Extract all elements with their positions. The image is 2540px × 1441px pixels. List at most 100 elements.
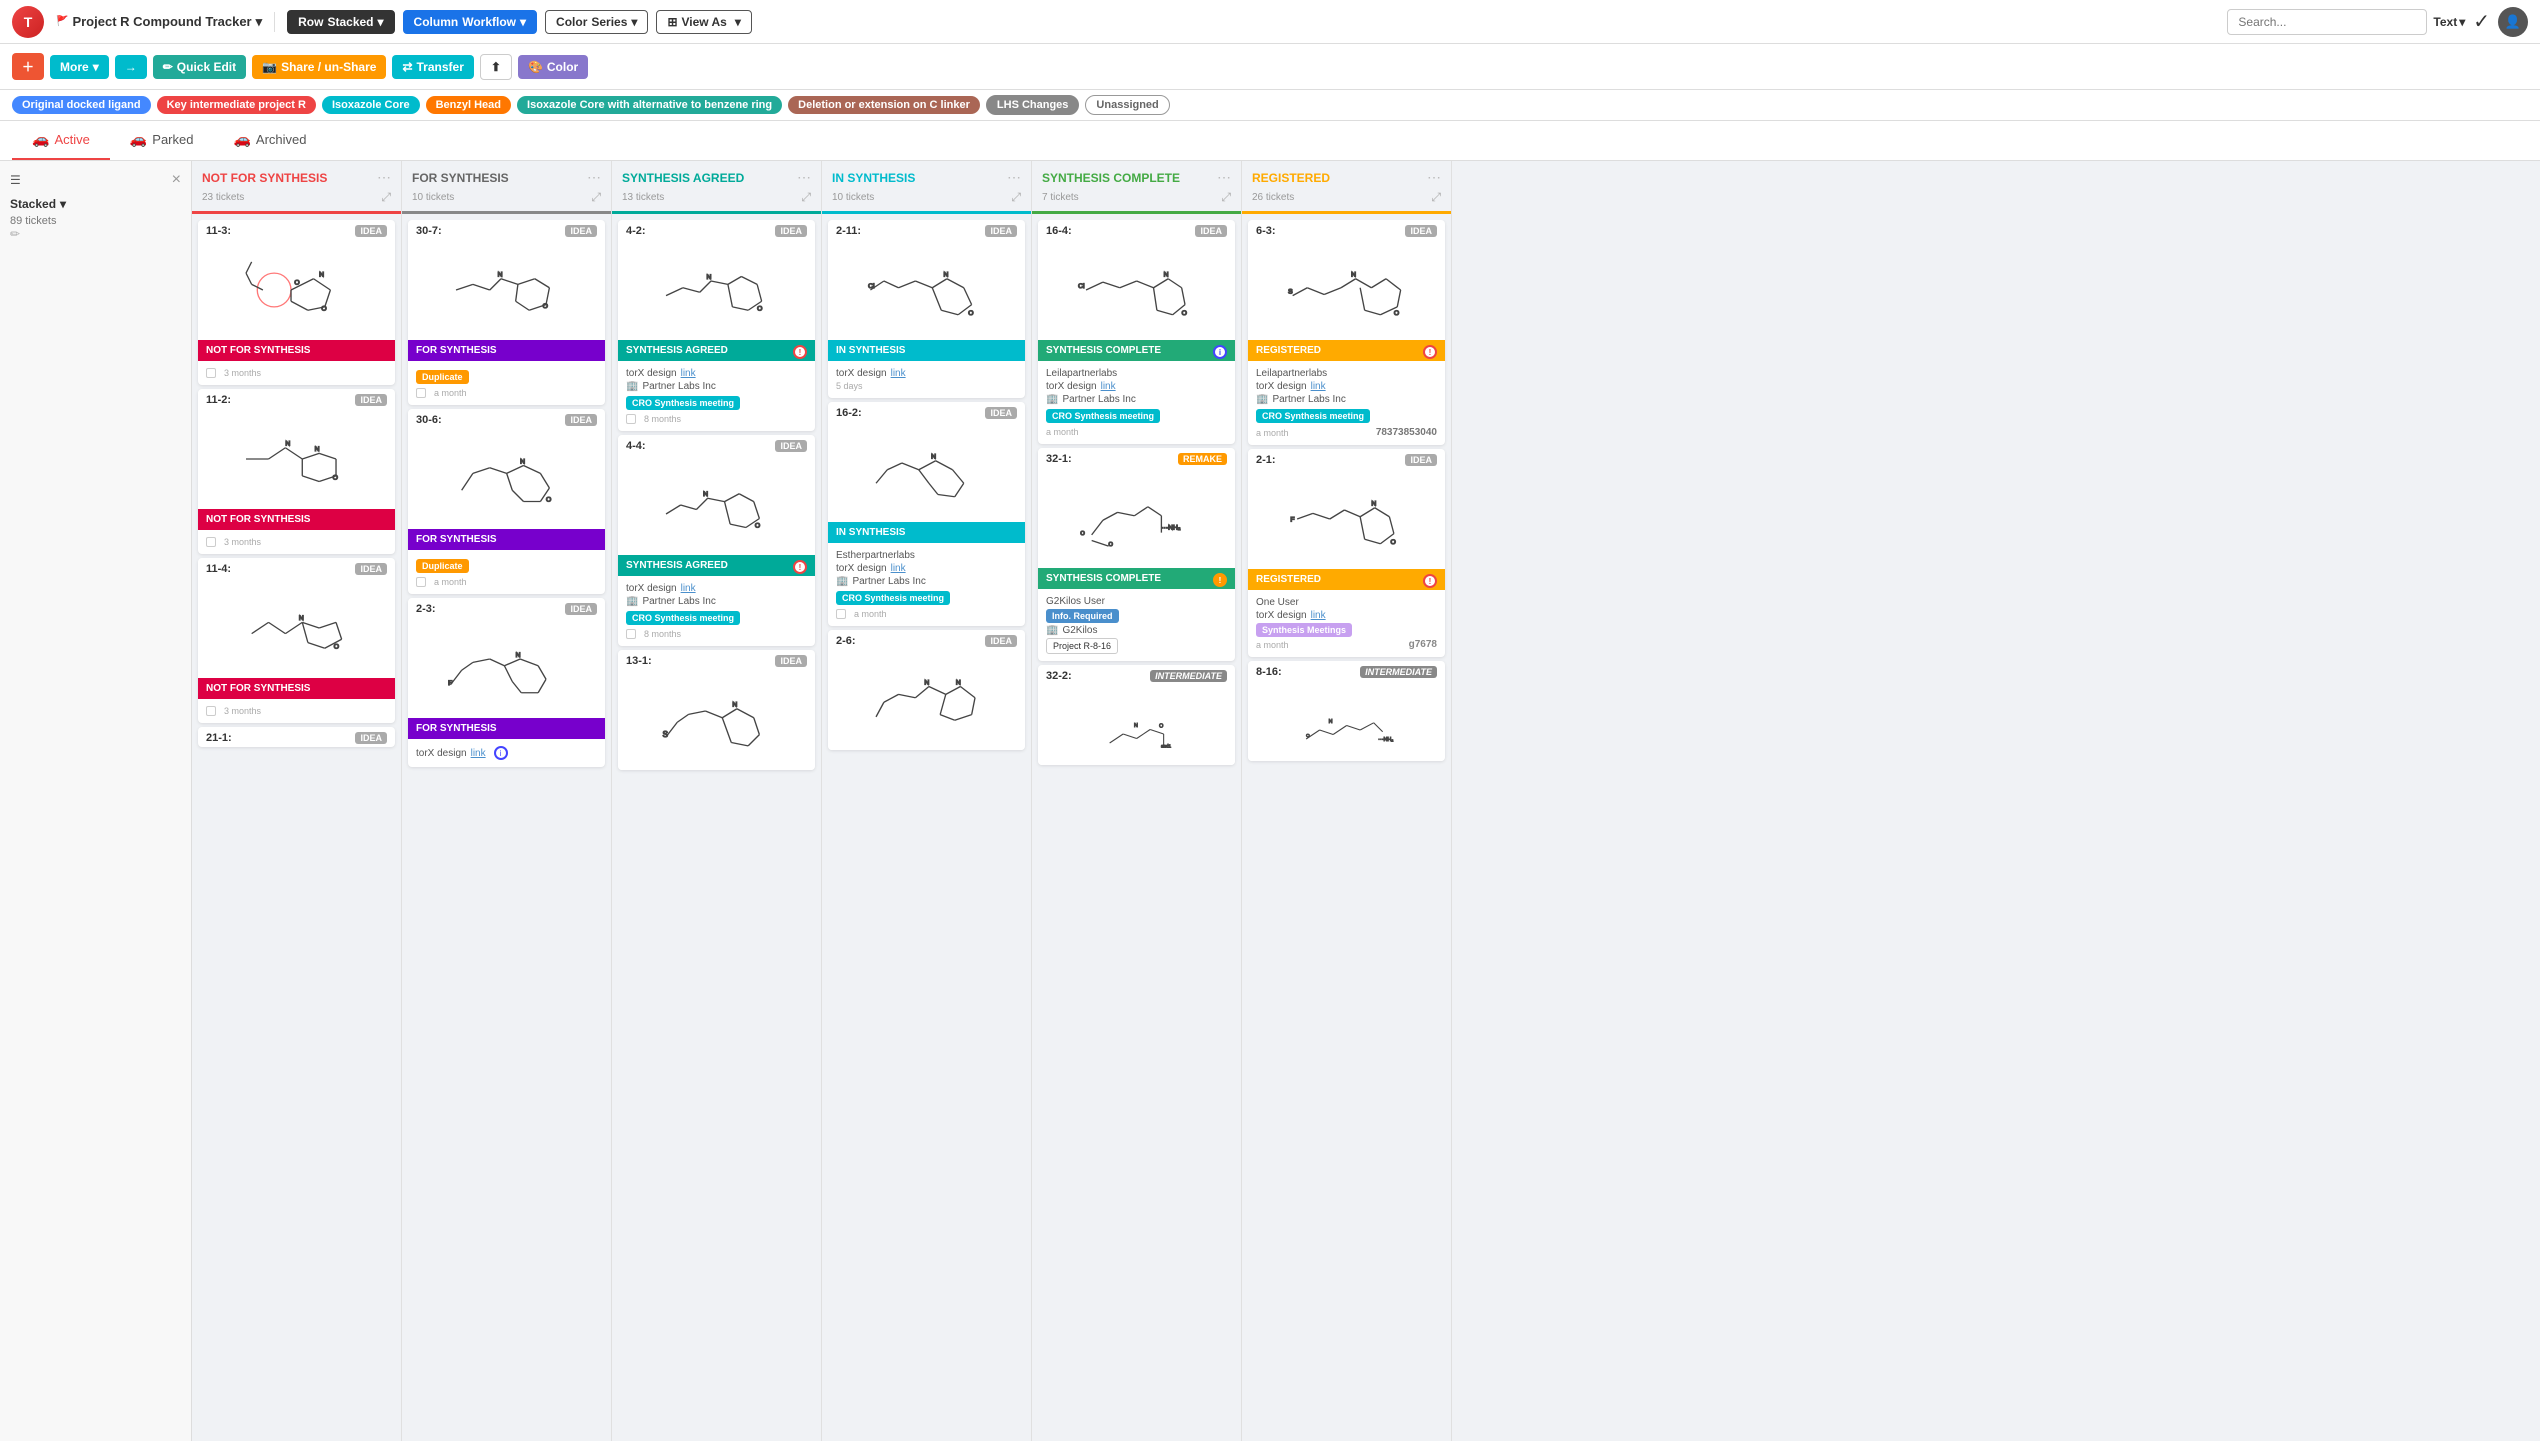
tag-unassigned[interactable]: Unassigned xyxy=(1085,95,1169,115)
tag-isoxazole-core[interactable]: Isoxazole Core xyxy=(322,96,420,114)
more-icon[interactable]: ⋯ xyxy=(1427,169,1441,186)
card-badge: IDEA xyxy=(775,655,807,667)
edit-icon[interactable]: ✏ xyxy=(10,227,20,241)
tag-isoxazole-alt[interactable]: Isoxazole Core with alternative to benze… xyxy=(517,96,782,114)
share-icon-button[interactable]: ⬆ xyxy=(480,54,512,80)
transfer-button[interactable]: ⇄ Transfer xyxy=(392,55,473,79)
card-time: 3 months xyxy=(224,537,261,547)
tag-key-intermediate[interactable]: Key intermediate project R xyxy=(157,96,316,114)
card-badge: IDEA xyxy=(355,394,387,406)
design-link[interactable]: link xyxy=(1311,381,1326,392)
card-info: torX design link 🏢 Partner Labs Inc CRO … xyxy=(618,361,815,431)
add-button[interactable]: ＋ xyxy=(12,53,44,80)
status-bar: SYNTHESIS COMPLETE ! xyxy=(1038,568,1235,589)
design-link[interactable]: link xyxy=(1101,381,1116,392)
card-row: Leilapartnerlabs xyxy=(1046,368,1227,379)
molecule-area: N O xyxy=(408,240,605,340)
arrow-button[interactable]: → xyxy=(115,55,147,79)
card-checkbox[interactable] xyxy=(626,414,636,424)
svg-text:O: O xyxy=(332,474,337,481)
card-id: 16-4: xyxy=(1046,225,1072,237)
tab-active[interactable]: 🚗 Active xyxy=(12,121,110,160)
expand-icon[interactable]: ⤢ xyxy=(801,190,811,205)
card-30-7: 30-7: IDEA xyxy=(408,220,605,405)
color-pill[interactable]: Color Series ▾ xyxy=(545,10,648,34)
card-row: 🏢 Partner Labs Inc xyxy=(836,576,1017,587)
card-time: a month xyxy=(854,609,887,619)
color-button[interactable]: 🎨 Color xyxy=(518,55,588,79)
svg-text:N: N xyxy=(1134,723,1138,729)
expand-icon[interactable]: ⤢ xyxy=(1431,190,1441,205)
molecule-svg: N O xyxy=(418,434,595,524)
filter-button[interactable]: ☰ xyxy=(10,173,21,187)
quick-edit-button[interactable]: ✏ Quick Edit xyxy=(153,55,246,79)
cards-area: 30-7: IDEA xyxy=(402,220,611,1441)
card-badge: IDEA xyxy=(355,563,387,575)
share-button[interactable]: 📷 Share / un-Share xyxy=(252,55,386,79)
card-checkbox[interactable] xyxy=(626,629,636,639)
card-checkbox[interactable] xyxy=(206,537,216,547)
card-checkbox[interactable] xyxy=(836,609,846,619)
design-link[interactable]: link xyxy=(681,368,696,379)
avatar[interactable]: 👤 xyxy=(2498,7,2528,37)
more-icon[interactable]: ⋯ xyxy=(1007,169,1021,186)
design-link[interactable]: link xyxy=(891,368,906,379)
tag-benzyl-head[interactable]: Benzyl Head xyxy=(426,96,511,114)
card-id: 2-1: xyxy=(1256,454,1276,466)
more-icon[interactable]: ⋯ xyxy=(377,169,391,186)
molecule-area: N N O xyxy=(198,409,395,509)
chevron-down-icon[interactable]: ▾ xyxy=(256,14,263,30)
card-checkbox[interactable] xyxy=(206,706,216,716)
card-checkbox[interactable] xyxy=(416,577,426,587)
card-row: 5 days xyxy=(836,381,1017,391)
card-id: 4-4: xyxy=(626,440,646,452)
card-time: a month xyxy=(1256,640,1289,650)
stacked-button[interactable]: Stacked ▾ xyxy=(10,197,181,211)
card-checkbox[interactable] xyxy=(206,368,216,378)
molecule-area: N O and1 xyxy=(1038,685,1235,765)
column-pill[interactable]: Column Workflow ▾ xyxy=(403,10,537,34)
tag-lhs[interactable]: LHS Changes xyxy=(986,95,1080,115)
design-link[interactable]: link xyxy=(891,563,906,574)
partner-icon: 🏢 xyxy=(1046,625,1058,636)
card-info: Leilapartnerlabs torX design link 🏢 Part… xyxy=(1038,361,1235,444)
svg-text:F: F xyxy=(1290,516,1294,523)
more-button[interactable]: More ▾ xyxy=(50,55,109,79)
viewas-pill[interactable]: ⊞ View As ▾ xyxy=(656,10,751,34)
more-icon[interactable]: ⋯ xyxy=(587,169,601,186)
more-icon[interactable]: ⋯ xyxy=(1217,169,1231,186)
design-link[interactable]: link xyxy=(681,583,696,594)
card-row: CRO Synthesis meeting xyxy=(836,589,1017,607)
text-button[interactable]: Text ▾ xyxy=(2433,15,2465,29)
tag-original[interactable]: Original docked ligand xyxy=(12,96,151,114)
more-icon[interactable]: ⋯ xyxy=(797,169,811,186)
svg-text:N: N xyxy=(1371,501,1376,508)
svg-text:O: O xyxy=(1181,310,1186,317)
close-sidebar-button[interactable]: × xyxy=(172,171,181,189)
expand-icon[interactable]: ⤢ xyxy=(591,190,601,205)
col-icons: ⋯ xyxy=(587,169,601,186)
expand-icon[interactable]: ⤢ xyxy=(1011,190,1021,205)
svg-text:N: N xyxy=(285,441,290,448)
card-4-2: 4-2: IDEA xyxy=(618,220,815,431)
expand-icon[interactable]: ⤢ xyxy=(381,190,391,205)
card-id: 32-1: xyxy=(1046,453,1072,465)
col-divider xyxy=(822,211,1031,214)
tag-deletion[interactable]: Deletion or extension on C linker xyxy=(788,96,980,114)
tab-parked[interactable]: 🚗 Parked xyxy=(110,121,214,160)
expand-icon[interactable]: ⤢ xyxy=(1221,190,1231,205)
status-bar: SYNTHESIS AGREED ! xyxy=(618,340,815,361)
tab-archived[interactable]: 🚗 Archived xyxy=(213,121,326,160)
row-pill[interactable]: Row Stacked ▾ xyxy=(287,10,394,34)
col-header-in-synthesis: IN SYNTHESIS ⋯ xyxy=(822,161,1031,190)
card-id: 32-2: xyxy=(1046,670,1072,682)
search-input[interactable] xyxy=(2227,9,2427,35)
design-link[interactable]: link xyxy=(1311,610,1326,621)
card-row: One User xyxy=(1256,597,1437,608)
design-link[interactable]: link xyxy=(471,748,486,759)
card-checkbox[interactable] xyxy=(416,388,426,398)
card-row: 3 months xyxy=(206,368,387,378)
card-2-11: 2-11: IDEA Cl xyxy=(828,220,1025,398)
molecule-svg: N O xyxy=(628,245,805,335)
duplicate-tag: Duplicate xyxy=(416,370,469,384)
